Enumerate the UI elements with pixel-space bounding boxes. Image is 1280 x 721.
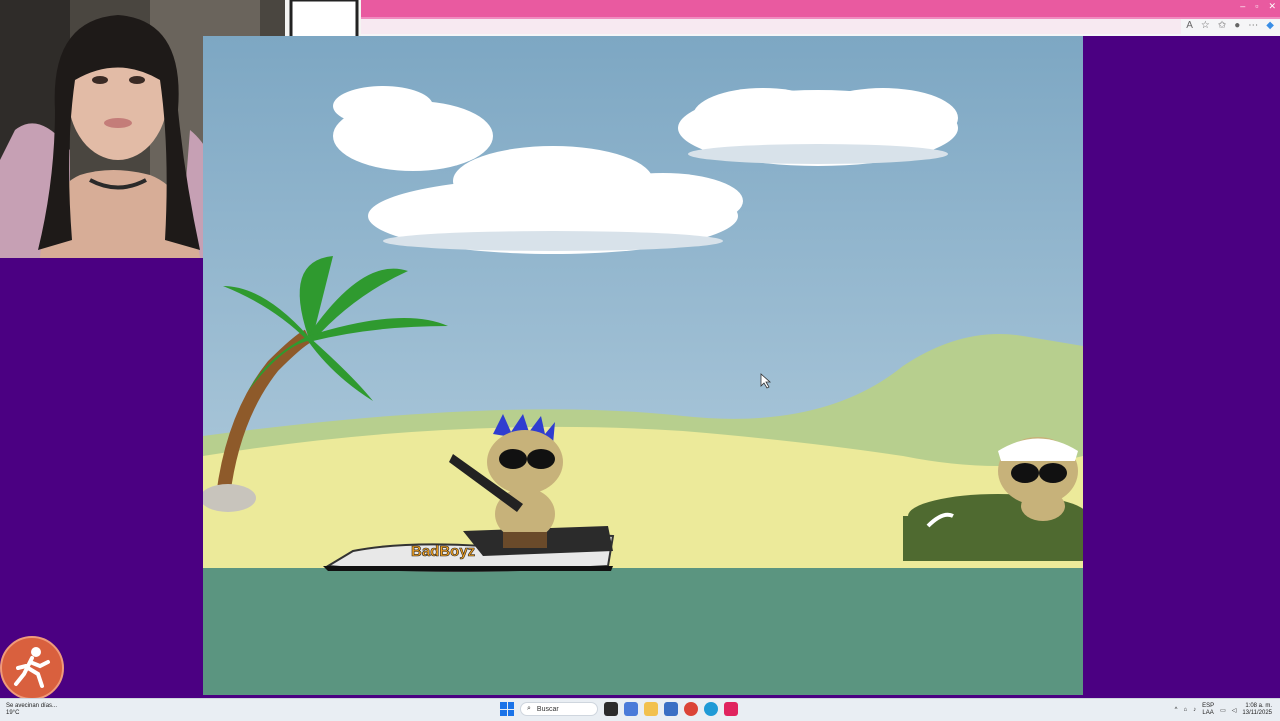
language-indicator[interactable]: ESP LAA <box>1202 703 1214 717</box>
minimize-button[interactable]: – <box>1240 1 1245 12</box>
right-letterbox <box>1083 36 1280 695</box>
temperature: 19°C <box>6 710 20 716</box>
clock[interactable]: 1:08 a. m. 13/11/2025 <box>1242 703 1272 717</box>
favorites-icon[interactable]: ✩ <box>1218 20 1226 31</box>
window-controls: – ▫ ✕ <box>1240 1 1276 12</box>
taskbar-apps: ⌕ Buscar <box>500 702 738 716</box>
store-icon[interactable] <box>664 702 678 716</box>
clock-time: 1:08 a. m. <box>1245 703 1272 709</box>
browser-toolbar-icons: A ☆ ✩ ● ⋯ ◆ <box>1186 20 1274 31</box>
running-person-icon <box>14 647 50 688</box>
windows-start-icon[interactable] <box>500 702 514 716</box>
taskbar: Se avecinan días... 19°C ⌕ Buscar ^ ⌂ ♪ … <box>0 698 1280 721</box>
favorite-star-icon[interactable]: ☆ <box>1201 20 1210 31</box>
address-bar[interactable] <box>361 19 1181 34</box>
search-placeholder: Buscar <box>536 705 559 713</box>
read-aloud-icon[interactable]: A <box>1186 20 1193 31</box>
language-code: ESP <box>1202 703 1215 709</box>
weather-widget[interactable]: Se avecinan días... 19°C <box>6 703 57 717</box>
system-tray: ^ ⌂ ♪ ESP LAA ▭ ◁ 1:08 a. m. 13/11/2025 <box>1175 703 1272 717</box>
close-button[interactable]: ✕ <box>1268 1 1276 12</box>
game-canvas[interactable]: BadBoyz <box>203 36 1083 695</box>
file-explorer-icon[interactable] <box>644 702 658 716</box>
keyboard-layout: LAA <box>1202 710 1214 716</box>
game-scene: BadBoyz <box>203 36 1083 695</box>
tiktok-icon[interactable] <box>724 702 738 716</box>
network-icon[interactable]: ⌂ <box>1183 707 1187 713</box>
exit-badge[interactable] <box>0 636 64 700</box>
chevron-up-icon[interactable]: ^ <box>1175 707 1178 713</box>
edge-icon[interactable] <box>704 702 718 716</box>
chrome-icon[interactable] <box>684 702 698 716</box>
copilot-app-icon[interactable] <box>624 702 638 716</box>
profile-icon[interactable]: ● <box>1234 20 1240 31</box>
water <box>203 568 1083 695</box>
jetski-brand-label: BadBoyz <box>411 543 475 560</box>
maximize-button[interactable]: ▫ <box>1255 1 1258 12</box>
task-view-icon[interactable] <box>604 702 618 716</box>
weather-text: Se avecinan días... <box>6 703 58 709</box>
clock-date: 13/11/2025 <box>1242 710 1272 716</box>
browser-titlebar <box>361 0 1280 17</box>
search-icon: ⌕ <box>527 705 531 712</box>
volume-icon[interactable]: ♪ <box>1193 707 1196 713</box>
browser-toolbar: – ▫ ✕ A ☆ ✩ ● ⋯ ◆ <box>361 0 1280 36</box>
left-letterbox <box>0 258 203 695</box>
copilot-icon[interactable]: ◆ <box>1266 20 1274 31</box>
display-icon[interactable]: ▭ <box>1220 707 1226 714</box>
taskbar-search[interactable]: ⌕ Buscar <box>520 702 598 716</box>
speaker-icon[interactable]: ◁ <box>1232 707 1237 714</box>
menu-icon[interactable]: ⋯ <box>1248 20 1258 31</box>
